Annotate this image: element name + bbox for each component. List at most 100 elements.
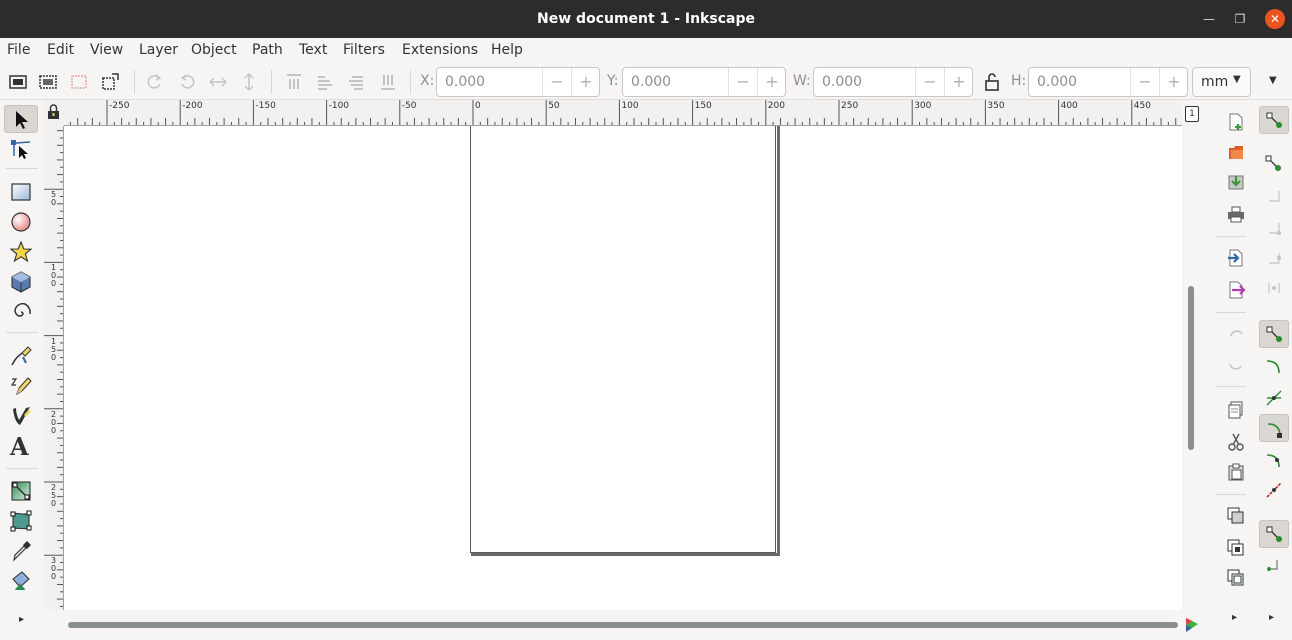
x-decrement-button[interactable]: − [542,68,571,96]
w-value[interactable]: 0.000 [822,74,862,90]
dropper-tool-button[interactable] [4,537,38,565]
menu-edit[interactable]: Edit [47,42,74,58]
clone-icon[interactable] [1226,538,1246,558]
y-increment-button[interactable]: + [757,68,786,96]
node-tool-button[interactable] [4,135,38,163]
import-icon[interactable] [1226,248,1246,268]
lower-icon[interactable] [346,72,366,92]
rotate-ccw-icon[interactable] [145,72,165,92]
color-manage-icon[interactable] [1184,614,1200,634]
touch-select-icon[interactable] [100,72,120,92]
menu-path[interactable]: Path [252,42,283,58]
rotate-cw-icon[interactable] [177,72,197,92]
w-spinbox[interactable]: 0.000 − + [813,67,973,97]
paint-bucket-tool-button[interactable] [4,567,38,595]
menu-help[interactable]: Help [491,42,523,58]
lock-guides-icon[interactable] [44,100,64,126]
layer-indicator[interactable]: 1 [1185,106,1199,122]
snap-bbox-corners-toggle[interactable] [1259,214,1289,242]
pencil-tool-button[interactable] [4,372,38,400]
print-icon[interactable] [1226,204,1246,224]
vertical-scrollbar-thumb[interactable] [1188,286,1194,450]
snap-bounding-box-toggle[interactable] [1259,150,1289,178]
menu-file[interactable]: File [7,42,30,58]
y-value[interactable]: 0.000 [631,74,671,90]
h-value[interactable]: 0.000 [1037,74,1077,90]
text-tool-button[interactable]: A [4,432,38,461]
snap-cusp-nodes-toggle[interactable] [1259,414,1289,442]
open-document-icon[interactable] [1226,142,1246,162]
page-area[interactable] [470,126,776,553]
snap-bbox-edges-toggle[interactable] [1259,182,1289,210]
redo-icon[interactable] [1226,354,1246,374]
h-increment-button[interactable]: + [1159,68,1188,96]
snap-others-toggle[interactable] [1259,520,1289,548]
h-decrement-button[interactable]: − [1130,68,1159,96]
select-all-icon[interactable] [8,72,28,92]
calligraphy-tool-button[interactable] [4,402,38,430]
snap-bbox-midpoints-toggle[interactable] [1259,244,1289,272]
unlink-clone-icon[interactable] [1226,568,1246,588]
rectangle-tool-button[interactable] [4,178,38,206]
horizontal-scrollbar-thumb[interactable] [68,622,1178,628]
flip-vertical-icon[interactable] [239,72,259,92]
menu-view[interactable]: View [90,42,123,58]
save-document-icon[interactable] [1226,172,1246,192]
w-decrement-button[interactable]: − [915,68,944,96]
toolbox-expand-button[interactable]: ▸ [19,614,24,625]
paste-icon[interactable] [1226,462,1246,482]
gradient-tool-button[interactable] [4,477,38,505]
vertical-ruler[interactable]: 50 100 150 200 250 300 [44,126,64,610]
menu-extensions[interactable]: Extensions [402,42,478,58]
snap-paths-toggle[interactable] [1259,352,1289,380]
snap-intersections-toggle[interactable] [1259,384,1289,412]
y-decrement-button[interactable]: − [728,68,757,96]
menu-text[interactable]: Text [299,42,327,58]
star-tool-button[interactable] [4,238,38,266]
export-icon[interactable] [1226,280,1246,300]
enable-snapping-toggle[interactable] [1259,106,1289,134]
select-all-layers-icon[interactable] [38,72,58,92]
lock-proportions-icon[interactable] [982,72,1002,92]
pen-tool-button[interactable] [4,342,38,370]
spiral-tool-button[interactable] [4,298,38,326]
menu-layer[interactable]: Layer [139,42,178,58]
selector-tool-button[interactable] [4,105,38,133]
maximize-button[interactable]: ❐ [1230,9,1250,29]
copy-icon[interactable] [1226,400,1246,420]
x-value[interactable]: 0.000 [445,74,485,90]
h-spinbox[interactable]: 0.000 − + [1028,67,1188,97]
drawing-canvas[interactable] [64,126,1182,610]
y-spinbox[interactable]: 0.000 − + [622,67,786,97]
ellipse-tool-button[interactable] [4,208,38,236]
cut-icon[interactable] [1226,432,1246,452]
snap-expand-button[interactable]: ▸ [1269,612,1274,623]
raise-icon[interactable] [315,72,335,92]
horizontal-ruler[interactable]: -250 -200 -150 -100 -50 0 50 100 150 200 250 300 350… [64,100,1182,126]
unit-selector[interactable]: mm ▼ [1192,67,1251,97]
snap-nodes-toggle[interactable] [1259,320,1289,348]
raise-to-top-icon[interactable] [284,72,304,92]
x-spinbox[interactable]: 0.000 − + [436,67,600,97]
undo-icon[interactable] [1226,324,1246,344]
snap-line-midpoints-toggle[interactable] [1259,476,1289,504]
horizontal-scrollbar[interactable] [64,610,1182,640]
toolbar-overflow-button[interactable]: ▼ [1269,75,1277,86]
close-button[interactable]: ✕ [1265,9,1285,29]
3d-box-tool-button[interactable] [4,268,38,296]
duplicate-icon[interactable] [1226,506,1246,526]
snap-centers-toggle[interactable] [1259,552,1289,580]
menu-object[interactable]: Object [191,42,237,58]
deselect-icon[interactable] [69,72,89,92]
commands-expand-button[interactable]: ▸ [1232,612,1237,623]
flip-horizontal-icon[interactable] [208,72,228,92]
minimize-button[interactable]: — [1199,9,1219,29]
vertical-scrollbar[interactable]: 1 [1182,100,1202,610]
menu-filters[interactable]: Filters [343,42,385,58]
w-increment-button[interactable]: + [944,68,973,96]
mesh-tool-button[interactable] [4,507,38,535]
snap-bbox-centers-toggle[interactable] [1259,274,1289,302]
new-document-icon[interactable] [1226,112,1246,132]
snap-smooth-nodes-toggle[interactable] [1259,446,1289,474]
x-increment-button[interactable]: + [571,68,600,96]
